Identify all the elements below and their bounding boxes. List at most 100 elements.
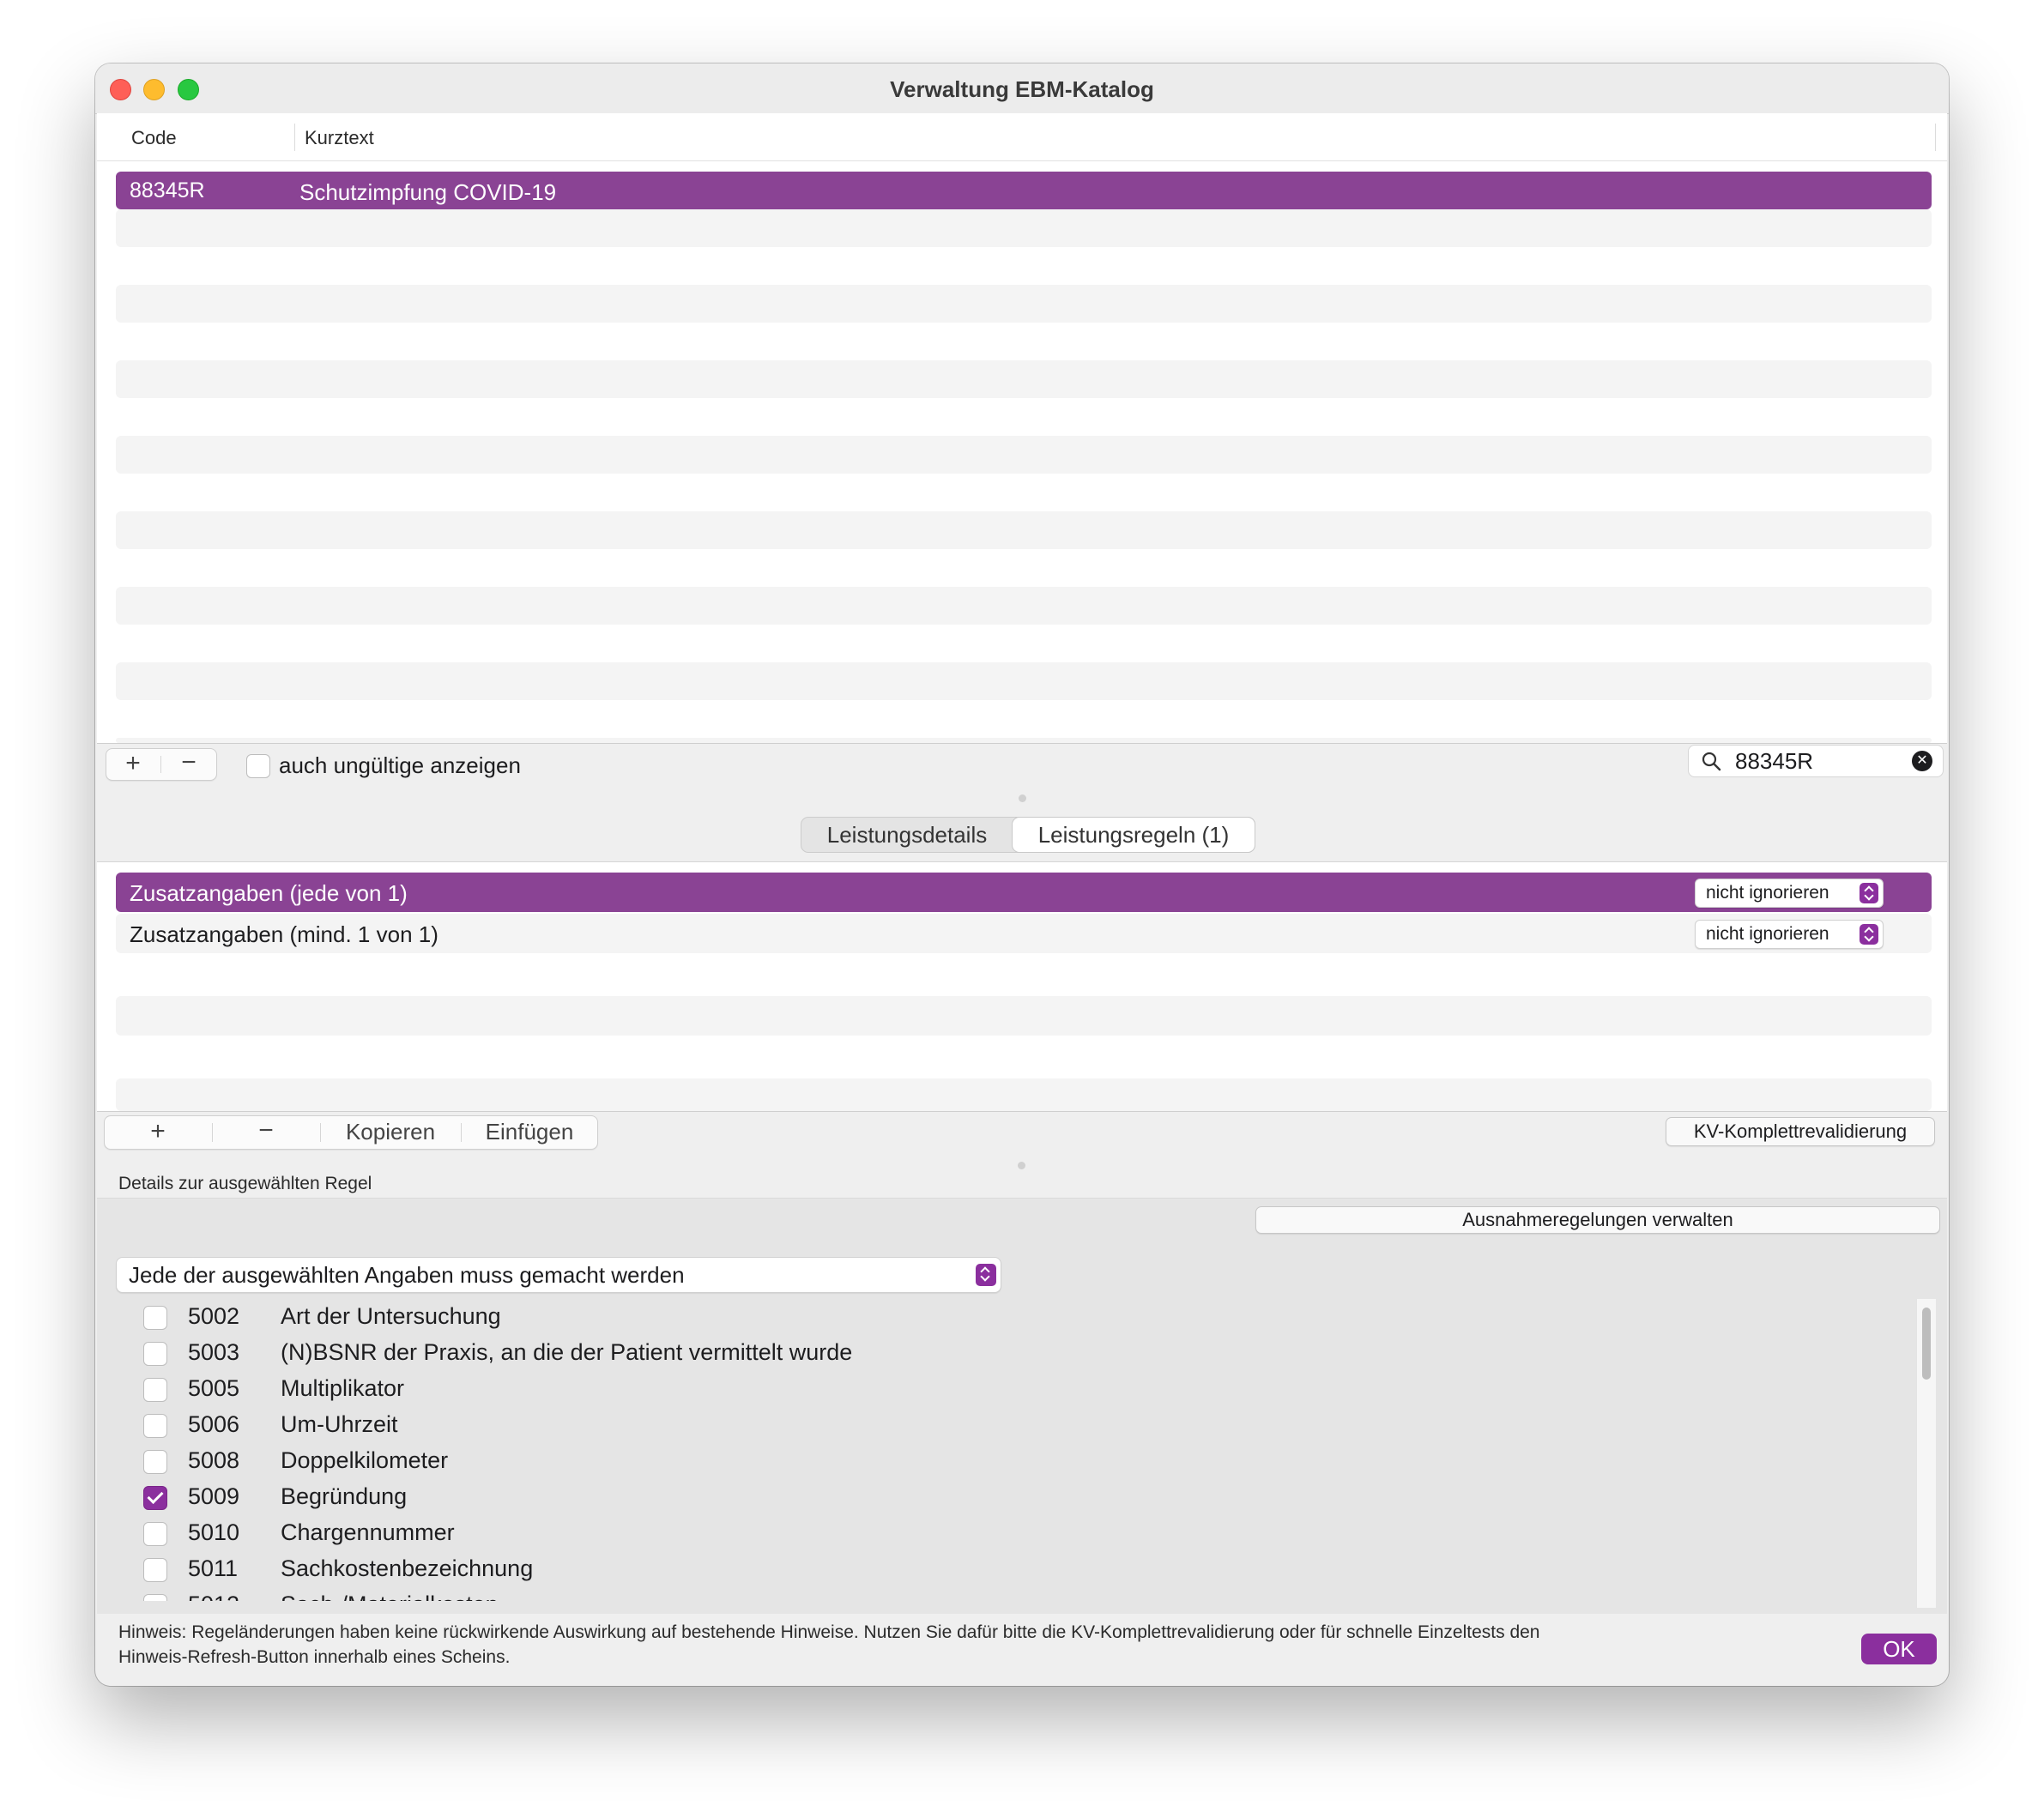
search-field[interactable]: 88345R ✕ (1688, 745, 1944, 777)
field-code: 5010 (188, 1519, 240, 1545)
rule-mode-value: nicht ignorieren (1706, 883, 1829, 903)
fields-scrollbar[interactable] (1916, 1299, 1936, 1608)
field-code: 5009 (188, 1483, 240, 1509)
empty-row (116, 474, 1932, 511)
field-name: Begründung (281, 1483, 408, 1509)
column-header-code[interactable]: Code (131, 127, 177, 149)
field-checkbox[interactable] (143, 1414, 167, 1438)
field-code: 5003 (188, 1339, 240, 1365)
empty-row (116, 247, 1932, 285)
column-divider[interactable] (294, 124, 295, 151)
title-bar: Verwaltung EBM-Katalog (95, 63, 1949, 114)
field-checkbox[interactable] (143, 1594, 167, 1601)
field-code: 5006 (188, 1411, 240, 1437)
tab-leistungsdetails[interactable]: Leistungsdetails (801, 818, 1013, 852)
column-divider[interactable] (1935, 124, 1936, 151)
list-item[interactable]: 5006 Um-Uhrzeit (130, 1407, 1159, 1443)
popup-stepper-icon (1860, 883, 1878, 903)
empty-row (116, 738, 1932, 743)
empty-row (116, 587, 1932, 625)
field-name: Doppelkilometer (281, 1447, 449, 1473)
tab-leistungsregeln[interactable]: Leistungsregeln (1) (1013, 818, 1255, 852)
add-rule-button[interactable]: + (105, 1116, 211, 1149)
empty-row (116, 662, 1932, 700)
field-checkbox[interactable] (143, 1378, 167, 1402)
show-invalid-checkbox[interactable] (246, 754, 270, 778)
field-code: 5005 (188, 1375, 240, 1401)
additional-fields-list: 5002 Art der Untersuchung 5003 (N)BSNR d… (130, 1292, 1846, 1601)
field-checkbox[interactable] (143, 1558, 167, 1582)
ebm-catalog-window: Verwaltung EBM-Katalog Code Kurztext 883… (95, 63, 1949, 1686)
splitter-handle[interactable] (1019, 794, 1026, 802)
field-name: Sachkostenbezeichnung (281, 1555, 534, 1581)
footer-hint-line: Hinweis: Regeländerungen haben keine rüc… (118, 1622, 1540, 1642)
clear-search-icon[interactable]: ✕ (1912, 751, 1932, 771)
rule-row[interactable]: Zusatzangaben (mind. 1 von 1) nicht igno… (116, 914, 1932, 953)
splitter-handle[interactable] (1018, 1162, 1025, 1169)
field-code: 5008 (188, 1447, 240, 1473)
field-name: Chargennummer (281, 1519, 455, 1545)
column-header-kurztext[interactable]: Kurztext (305, 127, 374, 149)
catalog-table-header: Code Kurztext (97, 113, 1947, 161)
empty-row (116, 625, 1932, 662)
field-code: 5011 (188, 1555, 239, 1581)
field-name: Sach-/Materialkosten (281, 1592, 499, 1601)
rule-mode-popup[interactable]: nicht ignorieren (1695, 879, 1884, 908)
manage-exceptions-button[interactable]: Ausnahmeregelungen verwalten (1255, 1206, 1940, 1234)
search-input[interactable]: 88345R (1735, 748, 1813, 775)
field-name: Um-Uhrzeit (281, 1411, 398, 1437)
empty-row (116, 996, 1932, 1036)
row-kurztext: Schutzimpfung COVID-19 (299, 179, 557, 205)
field-checkbox[interactable] (143, 1306, 167, 1330)
list-item[interactable]: 5003 (N)BSNR der Praxis, an die der Pati… (130, 1335, 1159, 1371)
requirement-select[interactable]: Jede der ausgewählten Angaben muss gemac… (116, 1257, 1001, 1293)
rule-mode-value: nicht ignorieren (1706, 924, 1829, 944)
copy-rule-button[interactable]: Kopieren (321, 1116, 460, 1149)
rule-mode-popup[interactable]: nicht ignorieren (1695, 920, 1884, 949)
rules-table: Zusatzangaben (jede von 1) nicht ignorie… (97, 861, 1947, 1112)
show-invalid-label: auch ungültige anzeigen (279, 752, 521, 778)
rule-label: Zusatzangaben (mind. 1 von 1) (130, 921, 438, 947)
window-title: Verwaltung EBM-Katalog (890, 76, 1154, 102)
empty-row (116, 285, 1932, 323)
empty-row (116, 360, 1932, 398)
list-item[interactable]: 5009 Begründung (130, 1479, 1159, 1515)
ok-button[interactable]: OK (1861, 1634, 1937, 1664)
catalog-row-selected[interactable]: 88345R Schutzimpfung COVID-19 (116, 172, 1932, 209)
checkmark-icon[interactable] (143, 1486, 167, 1510)
list-item[interactable]: 5008 Doppelkilometer (130, 1443, 1159, 1479)
detail-tabs: Leistungsdetails Leistungsregeln (1) (801, 817, 1255, 853)
empty-row (116, 323, 1932, 360)
list-item[interactable]: 5005 Multiplikator (130, 1371, 1159, 1407)
empty-row (116, 700, 1932, 738)
remove-code-button[interactable]: − (161, 749, 216, 780)
list-item[interactable]: 5010 Chargennummer (130, 1515, 1159, 1551)
remove-rule-button[interactable]: − (213, 1116, 319, 1149)
field-code: 5002 (188, 1303, 240, 1329)
requirement-select-value: Jede der ausgewählten Angaben muss gemac… (129, 1262, 685, 1288)
empty-row (116, 1078, 1932, 1111)
list-item[interactable]: 5012 Sach-/Materialkosten (130, 1587, 1159, 1601)
catalog-add-remove-control: + − (106, 748, 217, 781)
rule-row-selected[interactable]: Zusatzangaben (jede von 1) nicht ignorie… (116, 873, 1932, 912)
rule-label: Zusatzangaben (jede von 1) (130, 880, 408, 906)
list-item[interactable]: 5002 Art der Untersuchung (130, 1299, 1159, 1335)
field-checkbox[interactable] (143, 1450, 167, 1474)
popup-stepper-icon (1860, 924, 1878, 945)
search-icon (1702, 752, 1721, 771)
field-name: (N)BSNR der Praxis, an die der Patient v… (281, 1339, 853, 1365)
field-checkbox[interactable] (143, 1522, 167, 1546)
add-code-button[interactable]: + (106, 749, 160, 780)
empty-row (116, 1037, 1932, 1077)
row-code: 88345R (130, 178, 205, 202)
details-heading: Details zur ausgewählten Regel (118, 1174, 372, 1193)
scrollbar-thumb[interactable] (1922, 1308, 1931, 1380)
footer-hint-line: Hinweis-Refresh-Button innerhalb eines S… (118, 1647, 511, 1667)
paste-rule-button[interactable]: Einfügen (462, 1116, 597, 1149)
kv-revalidation-button[interactable]: KV-Komplettrevalidierung (1666, 1117, 1935, 1146)
field-checkbox[interactable] (143, 1342, 167, 1366)
empty-row (116, 955, 1932, 994)
catalog-table: Code Kurztext 88345R Schutzimpfung COVID… (97, 113, 1947, 744)
list-item[interactable]: 5011 Sachkostenbezeichnung (130, 1551, 1159, 1587)
field-name: Art der Untersuchung (281, 1303, 501, 1329)
